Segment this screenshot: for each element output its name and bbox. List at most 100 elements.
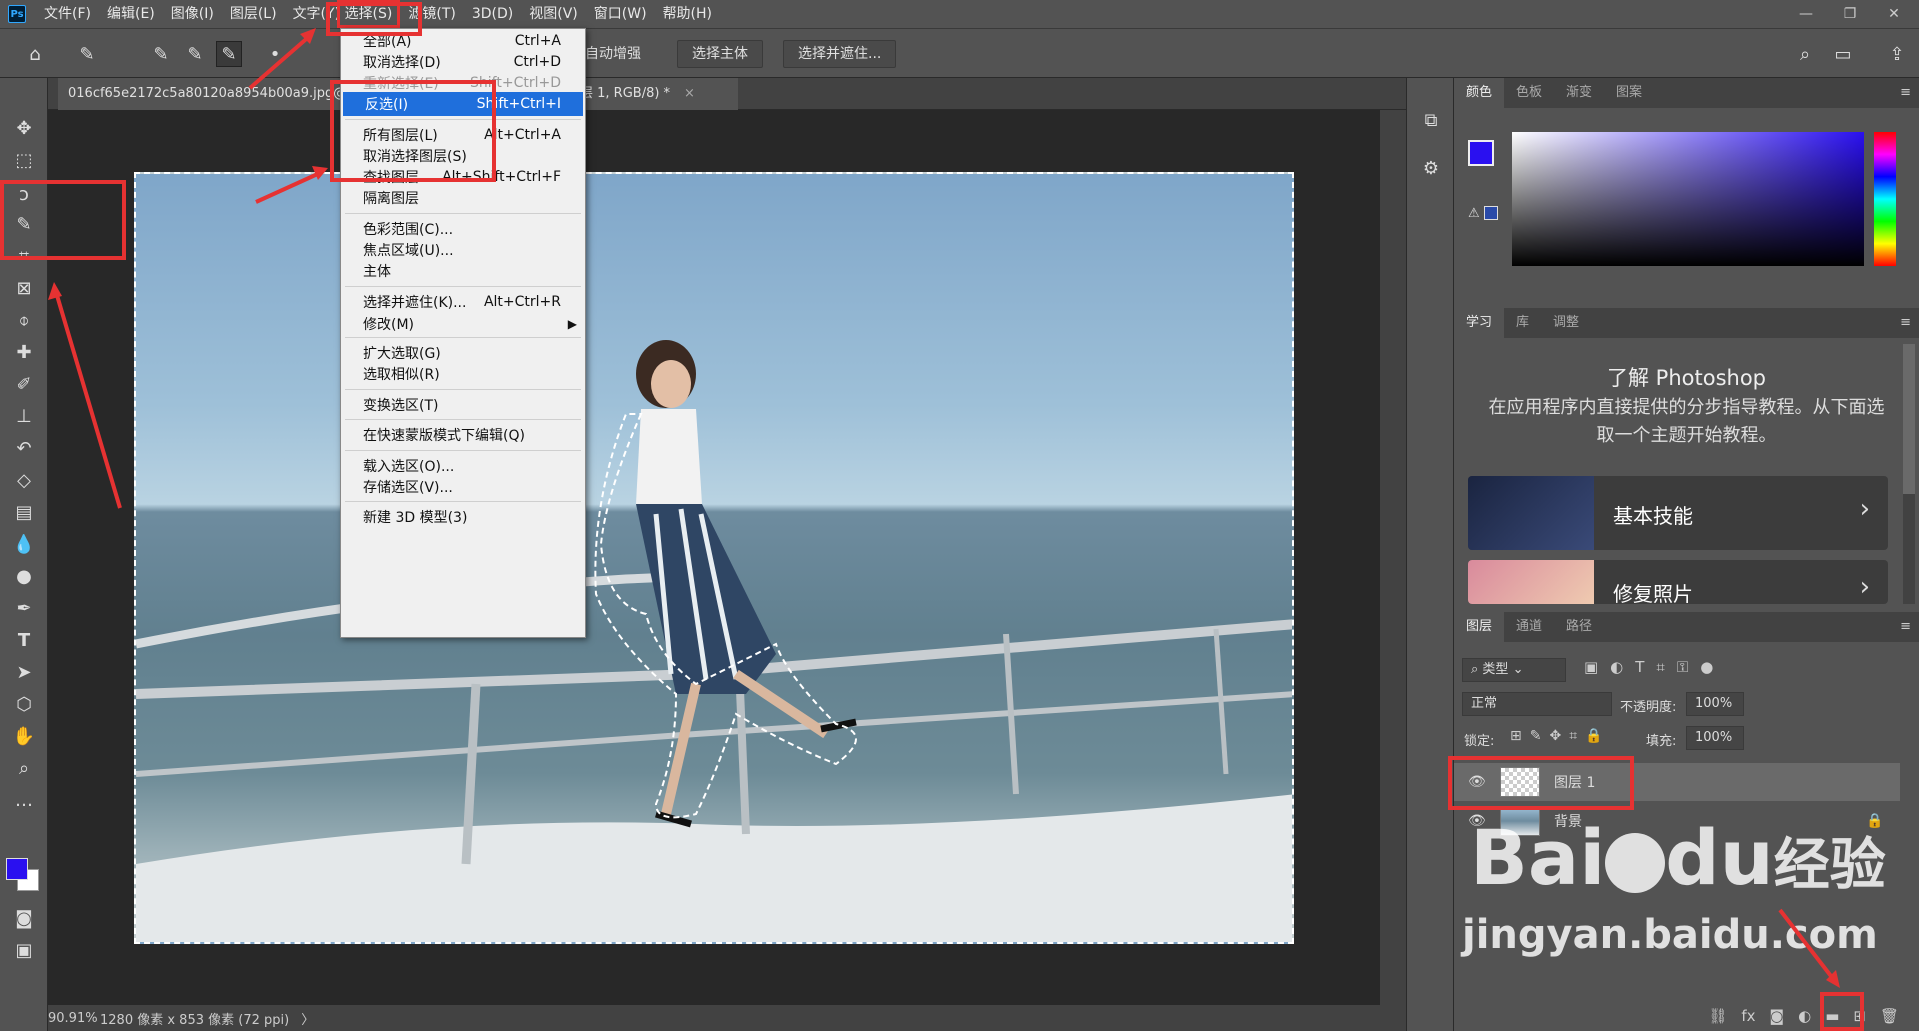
layer-row-selected[interactable]: 👁 图层 1 <box>1454 763 1900 801</box>
trash-icon[interactable]: 🗑 <box>1880 1007 1899 1025</box>
color-foreground-swatch[interactable] <box>1468 140 1494 166</box>
vertical-scrollbar[interactable] <box>1380 110 1406 1005</box>
lock-icons[interactable]: ⊞✎✥⌗🔒 <box>1510 728 1611 744</box>
select-subject-button[interactable]: 选择主体 <box>677 40 763 68</box>
menu-type[interactable]: 文字(Y) <box>285 0 337 28</box>
eyedropper-tool-icon[interactable]: ⌽ <box>10 306 38 334</box>
layer-filter-icons[interactable]: ▣◐T⌗⚿● <box>1584 658 1725 676</box>
home-icon[interactable]: ⌂ <box>22 41 48 67</box>
eye-icon[interactable]: 👁 <box>1468 774 1486 790</box>
history-panel-icon[interactable]: ⧉ <box>1417 106 1445 134</box>
folder-icon[interactable]: ▬ <box>1825 1007 1839 1025</box>
quick-mask-icon[interactable]: ◙ <box>10 904 38 932</box>
tutorial-card-basics[interactable]: 基本技能 › <box>1468 476 1888 550</box>
menu-view[interactable]: 视图(V) <box>521 0 586 28</box>
screen-mode-icon[interactable]: ▣ <box>10 936 38 964</box>
tab-paths[interactable]: 路径 <box>1554 612 1604 642</box>
gamut-warning-icon[interactable]: ⚠ <box>1468 206 1480 221</box>
add-selection-icon[interactable]: ✎ <box>182 41 208 67</box>
restore-icon[interactable]: ❐ <box>1828 0 1872 28</box>
tab-libraries[interactable]: 库 <box>1504 308 1541 338</box>
menu-item-new-3d-model[interactable]: 新建 3D 模型(3) <box>341 505 585 529</box>
menu-3d[interactable]: 3D(D) <box>464 0 521 28</box>
hand-tool-icon[interactable]: ✋ <box>10 722 38 750</box>
minimize-icon[interactable]: — <box>1784 0 1828 28</box>
tutorial-card-fix-photos[interactable]: 修复照片 › <box>1468 560 1888 604</box>
quick-select-preset-icon[interactable]: ✎ <box>74 41 100 67</box>
zoom-tool-icon[interactable]: ⌕ <box>10 754 38 782</box>
zoom-level[interactable]: 90.91% <box>48 1011 100 1026</box>
menu-item-quick-mask[interactable]: 在快速蒙版模式下编辑(Q) <box>341 423 585 447</box>
brush-tool-icon[interactable]: ✐ <box>10 370 38 398</box>
eraser-tool-icon[interactable]: ◇ <box>10 466 38 494</box>
quick-selection-tool-icon[interactable]: ✎ <box>10 210 38 238</box>
menu-file[interactable]: 文件(F) <box>36 0 99 28</box>
move-tool-icon[interactable]: ✥ <box>10 114 38 142</box>
tab-channels[interactable]: 通道 <box>1504 612 1554 642</box>
menu-item-transform-selection[interactable]: 变换选区(T) <box>341 393 585 417</box>
path-selection-tool-icon[interactable]: ➤ <box>10 658 38 686</box>
dodge-tool-icon[interactable]: ● <box>10 562 38 590</box>
menu-filter[interactable]: 滤镜(T) <box>400 0 463 28</box>
tab-color[interactable]: 颜色 <box>1454 78 1505 108</box>
tab-swatches[interactable]: 色板 <box>1504 78 1554 108</box>
fill-input[interactable]: 100% <box>1686 726 1744 750</box>
menu-select[interactable]: 选择(S) <box>336 0 401 28</box>
properties-panel-icon[interactable]: ⚙ <box>1417 154 1445 182</box>
crop-tool-icon[interactable]: ⌗ <box>10 242 38 270</box>
more-tools-icon[interactable]: … <box>10 786 38 814</box>
tab-gradients[interactable]: 渐变 <box>1554 78 1604 108</box>
new-selection-icon[interactable]: ✎ <box>148 41 174 67</box>
tab-patterns[interactable]: 图案 <box>1604 78 1654 108</box>
panel-menu-icon[interactable]: ≡ <box>1900 308 1911 338</box>
history-brush-tool-icon[interactable]: ↶ <box>10 434 38 462</box>
menu-item-save-selection[interactable]: 存储选区(V)... <box>341 475 585 499</box>
blend-mode-select[interactable]: 正常 <box>1462 692 1612 716</box>
menu-image[interactable]: 图像(I) <box>163 0 222 28</box>
panel-menu-icon[interactable]: ≡ <box>1900 78 1911 108</box>
status-arrow-icon[interactable]: 〉 <box>301 1009 314 1028</box>
menu-edit[interactable]: 编辑(E) <box>99 0 163 28</box>
subtract-selection-icon[interactable]: ✎ <box>216 41 242 67</box>
lasso-tool-icon[interactable]: ↄ <box>10 180 38 208</box>
type-tool-icon[interactable]: T <box>10 626 38 654</box>
add-mask-icon[interactable]: ◙ <box>1770 1007 1785 1025</box>
opacity-input[interactable]: 100% <box>1686 692 1744 716</box>
menu-window[interactable]: 窗口(W) <box>586 0 655 28</box>
search-icon[interactable]: ⌕ <box>1792 41 1818 67</box>
learn-scrollbar[interactable] <box>1903 344 1915 604</box>
menu-layer[interactable]: 图层(L) <box>222 0 285 28</box>
new-layer-icon[interactable]: ⊞ <box>1853 1007 1866 1025</box>
hue-slider[interactable] <box>1874 132 1896 266</box>
websafe-color-icon[interactable] <box>1484 206 1498 220</box>
document-tab-close-icon[interactable]: × <box>684 78 695 110</box>
fx-icon[interactable]: fx <box>1741 1007 1755 1025</box>
menu-item-similar[interactable]: 选取相似(R) <box>341 362 585 386</box>
panel-menu-icon[interactable]: ≡ <box>1900 612 1911 642</box>
pen-tool-icon[interactable]: ✒ <box>10 594 38 622</box>
select-and-mask-button[interactable]: 选择并遮住... <box>783 40 897 68</box>
menu-help[interactable]: 帮助(H) <box>655 0 720 28</box>
color-field[interactable] <box>1512 132 1864 266</box>
gradient-tool-icon[interactable]: ▤ <box>10 498 38 526</box>
marquee-tool-icon[interactable]: ⬚ <box>10 146 38 174</box>
menu-item-subject[interactable]: 主体 <box>341 259 585 283</box>
menu-item-inverse[interactable]: 反选(I) Shift+Ctrl+I <box>343 92 583 116</box>
menu-item-isolate-layers[interactable]: 隔离图层 <box>341 186 585 210</box>
share-icon[interactable]: ⇪ <box>1884 41 1910 67</box>
workspace-icon[interactable]: ▭ <box>1830 41 1856 67</box>
tab-layers[interactable]: 图层 <box>1454 612 1505 642</box>
healing-brush-tool-icon[interactable]: ✚ <box>10 338 38 366</box>
shape-tool-icon[interactable]: ⬡ <box>10 690 38 718</box>
image-canvas[interactable] <box>134 172 1294 944</box>
adjustment-layer-icon[interactable]: ◐ <box>1798 1007 1811 1025</box>
tab-learn[interactable]: 学习 <box>1454 308 1505 338</box>
stamp-tool-icon[interactable]: ⊥ <box>10 402 38 430</box>
menu-item-select-and-mask[interactable]: 选择并遮住(K)... Alt+Ctrl+R <box>341 290 585 314</box>
layer-filter-select[interactable]: ⌕ 类型 ⌄ <box>1462 658 1566 682</box>
brush-size-icon[interactable]: • <box>262 41 288 67</box>
close-icon[interactable]: ✕ <box>1872 0 1916 28</box>
auto-enhance-label[interactable]: 自动增强 <box>585 43 641 63</box>
blur-tool-icon[interactable]: 💧 <box>10 530 38 558</box>
tab-adjustments[interactable]: 调整 <box>1541 308 1591 338</box>
